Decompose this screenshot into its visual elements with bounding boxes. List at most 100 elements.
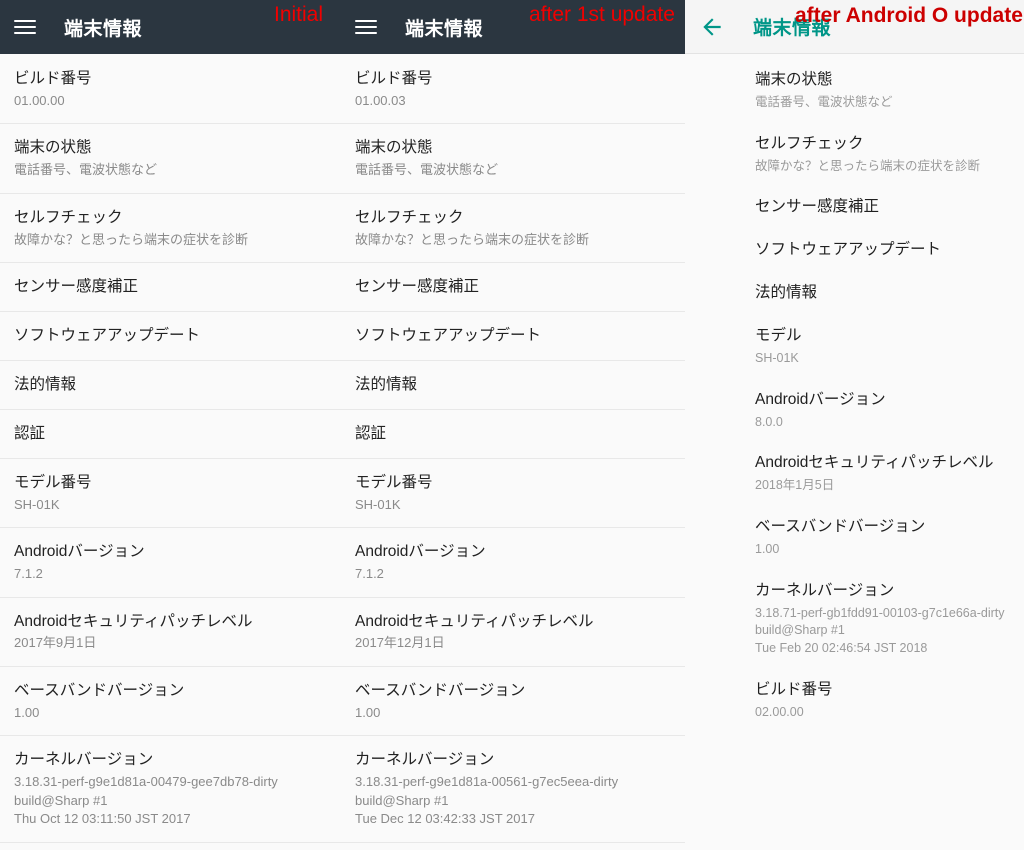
- settings-list-after-android-o-update: 端末の状態 電話番号、電波状態など セルフチェック 故障かな？と思ったら端末の症状を診…: [685, 54, 1024, 744]
- list-item[interactable]: ビルド番号 01.00.00: [0, 54, 341, 125]
- list-item-subtitle-line: build@Sharp #1: [355, 792, 449, 808]
- list-item-subtitle: 3.18.31-perf-g9e1d81a-00479-gee7db78-dir…: [14, 773, 327, 828]
- list-item-subtitle: SH-01K: [14, 496, 327, 514]
- list-item[interactable]: Androidセキュリティパッチレベル 2017年9月1日: [0, 598, 341, 667]
- list-item-title: センサー感度補正: [355, 278, 480, 296]
- list-item[interactable]: カーネルバージョン 3.18.31-perf-g9e1d81a-00479-gee…: [0, 736, 341, 843]
- settings-list-after-1st-update: ビルド番号 01.00.03 端末の状態 電話番号、電波状態などセルフチェック故障かな…: [341, 54, 685, 843]
- list-item-subtitle: 1.00: [14, 704, 327, 722]
- list-item-title: Androidセキュリティパッチレベル: [755, 454, 994, 472]
- list-item-subtitle-line: 01.00.03: [355, 92, 406, 108]
- list-item[interactable]: セルフチェック 故障かな？と思ったら端末の症状を診断: [685, 134, 1024, 198]
- list-item-subtitle-line: Tue Dec 12 03:42:33 JST 2017: [355, 811, 535, 827]
- list-item-subtitle: 7.1.2: [14, 565, 327, 583]
- list-item-title: モデル番号: [14, 473, 92, 491]
- list-item-subtitle: 7.1.2: [355, 565, 671, 583]
- list-item[interactable]: Androidバージョン 7.1.2: [0, 528, 341, 598]
- list-item-subtitle-line: build@Sharp #1: [755, 623, 845, 638]
- list-item-subtitle: 01.00.00: [14, 92, 327, 110]
- list-item-subtitle-line: 電話番号、電波状態など: [14, 162, 158, 178]
- list-item-subtitle: 故障かな？と思ったら端末の症状を診断: [355, 231, 671, 249]
- list-item-subtitle: 02.00.00: [755, 704, 1008, 722]
- list-item-subtitle: 電話番号、電波状態など: [14, 161, 327, 179]
- back-arrow-icon[interactable]: [699, 14, 725, 40]
- list-item[interactable]: Androidセキュリティパッチレベル 2018年1月5日: [685, 453, 1024, 517]
- list-item[interactable]: 法的情報: [0, 361, 341, 410]
- list-item[interactable]: センサー感度補正: [0, 263, 341, 313]
- hamburger-icon[interactable]: [355, 19, 377, 35]
- annotation-after-android-o-update: after Android O update: [795, 4, 1023, 27]
- list-item-subtitle-line: Thu Oct 12 03:11:50 JST 2017: [14, 811, 191, 827]
- list-item[interactable]: 端末の状態 電話番号、電波状態など: [0, 124, 341, 194]
- app-bar-after-android-o-update: 端末情報 after Android O update: [685, 0, 1024, 54]
- list-item-subtitle-line: 3.18.31-perf-g9e1d81a-00561-g7ec5eea-dir…: [355, 774, 619, 790]
- list-item-title: モデル: [755, 327, 802, 345]
- list-item[interactable]: ビルド番号 02.00.00: [685, 680, 1024, 744]
- hamburger-icon[interactable]: [14, 19, 36, 35]
- settings-list-initial: ビルド番号 01.00.00 端末の状態 電話番号、電波状態などセルフチェック故障かな…: [0, 54, 341, 843]
- list-item-title: ビルド番号: [755, 680, 833, 698]
- list-item[interactable]: Androidバージョン 8.0.0: [685, 390, 1024, 454]
- list-item[interactable]: 法的情報: [341, 361, 685, 410]
- list-item[interactable]: ベースバンドバージョン 1.00: [0, 667, 341, 737]
- list-item-subtitle: SH-01K: [355, 496, 671, 514]
- list-item[interactable]: Androidバージョン 7.1.2: [341, 528, 685, 598]
- list-item-subtitle-line: 7.1.2: [355, 566, 384, 582]
- panel-after-android-o-update: 端末情報 after Android O update 端末の状態 電話番号、電波…: [685, 0, 1024, 850]
- list-item-title: セルフチェック: [355, 208, 464, 226]
- list-item-title: カーネルバージョン: [755, 581, 895, 599]
- list-item-subtitle-line: 電話番号、電波状態など: [755, 94, 893, 109]
- list-item[interactable]: 法的情報: [685, 283, 1024, 326]
- list-item-subtitle-line: 01.00.00: [14, 92, 65, 108]
- list-item-subtitle-line: SH-01K: [14, 496, 60, 512]
- list-item-subtitle: 2018年1月5日: [755, 477, 1008, 495]
- list-item-subtitle: 電話番号、電波状態など: [355, 161, 671, 179]
- list-item[interactable]: カーネルバージョン 3.18.31-perf-g9e1d81a-00561-g7e…: [341, 736, 685, 843]
- list-item-subtitle-line: 故障かな？と思ったら端末の症状を診断: [14, 231, 249, 247]
- list-item[interactable]: Androidセキュリティパッチレベル 2017年12月1日: [341, 598, 685, 667]
- list-item-subtitle-line: 2017年12月1日: [355, 635, 445, 651]
- list-item[interactable]: モデル番号 SH-01K: [0, 459, 341, 529]
- list-item[interactable]: モデル番号 SH-01K: [341, 459, 685, 529]
- list-item-title: Androidバージョン: [14, 543, 145, 561]
- list-item[interactable]: センサー感度補正: [341, 263, 685, 313]
- list-item[interactable]: ソフトウェアアップデート: [685, 240, 1024, 283]
- list-item-subtitle: 故障かな？と思ったら端末の症状を診断: [14, 231, 327, 249]
- list-item-title: 法的情報: [14, 375, 77, 393]
- list-item[interactable]: 端末の状態 電話番号、電波状態など: [685, 70, 1024, 134]
- list-item-subtitle-line: 7.1.2: [14, 566, 43, 582]
- list-item[interactable]: セルフチェック故障かな？と思ったら端末の症状を診断: [341, 194, 685, 264]
- list-item[interactable]: ベースバンドバージョン 1.00: [685, 517, 1024, 581]
- list-item-title: ビルド番号: [355, 70, 433, 87]
- list-item-subtitle: 8.0.0: [755, 414, 1008, 432]
- list-item[interactable]: ベースバンドバージョン 1.00: [341, 667, 685, 737]
- list-item-title: ソフトウェアアップデート: [755, 241, 942, 259]
- list-item[interactable]: ソフトウェアアップデート: [0, 312, 341, 361]
- list-item[interactable]: ビルド番号 01.00.03: [341, 54, 685, 125]
- list-item-subtitle: 01.00.03: [355, 92, 671, 110]
- list-item-subtitle-line: SH-01K: [755, 351, 799, 366]
- app-bar-initial: 端末情報 Initial: [0, 0, 341, 54]
- list-item[interactable]: モデル SH-01K: [685, 326, 1024, 390]
- list-item[interactable]: 端末の状態 電話番号、電波状態など: [341, 124, 685, 194]
- list-item[interactable]: センサー感度補正: [685, 197, 1024, 240]
- list-item-title: センサー感度補正: [14, 278, 139, 296]
- list-item-title: ビルド番号: [14, 70, 92, 87]
- list-item[interactable]: 認証: [341, 410, 685, 459]
- list-item-subtitle-line: 2017年9月1日: [14, 635, 97, 651]
- list-item-subtitle: 3.18.31-perf-g9e1d81a-00561-g7ec5eea-dir…: [355, 773, 671, 828]
- list-item-subtitle-line: 8.0.0: [755, 414, 783, 429]
- list-item-title: 法的情報: [755, 284, 818, 302]
- list-item[interactable]: カーネルバージョン 3.18.71-perf-gb1fdd91-00103-g7c…: [685, 581, 1024, 680]
- list-item-subtitle-line: build@Sharp #1: [14, 792, 108, 808]
- list-item-title: Androidバージョン: [755, 390, 886, 408]
- list-item[interactable]: 認証: [0, 410, 341, 459]
- screenshot-comparison: 端末情報 Initial ビルド番号 01.00.00 端末の状態 電話番号、電波状態…: [0, 0, 1024, 850]
- app-bar-after-1st-update: 端末情報 after 1st update: [341, 0, 685, 54]
- list-item[interactable]: ソフトウェアアップデート: [341, 312, 685, 361]
- list-item-title: モデル番号: [355, 473, 433, 491]
- list-item-title: センサー感度補正: [755, 198, 880, 216]
- list-item[interactable]: セルフチェック故障かな？と思ったら端末の症状を診断: [0, 194, 341, 264]
- list-item-subtitle-line: SH-01K: [355, 496, 401, 512]
- list-item-title: セルフチェック: [14, 208, 123, 226]
